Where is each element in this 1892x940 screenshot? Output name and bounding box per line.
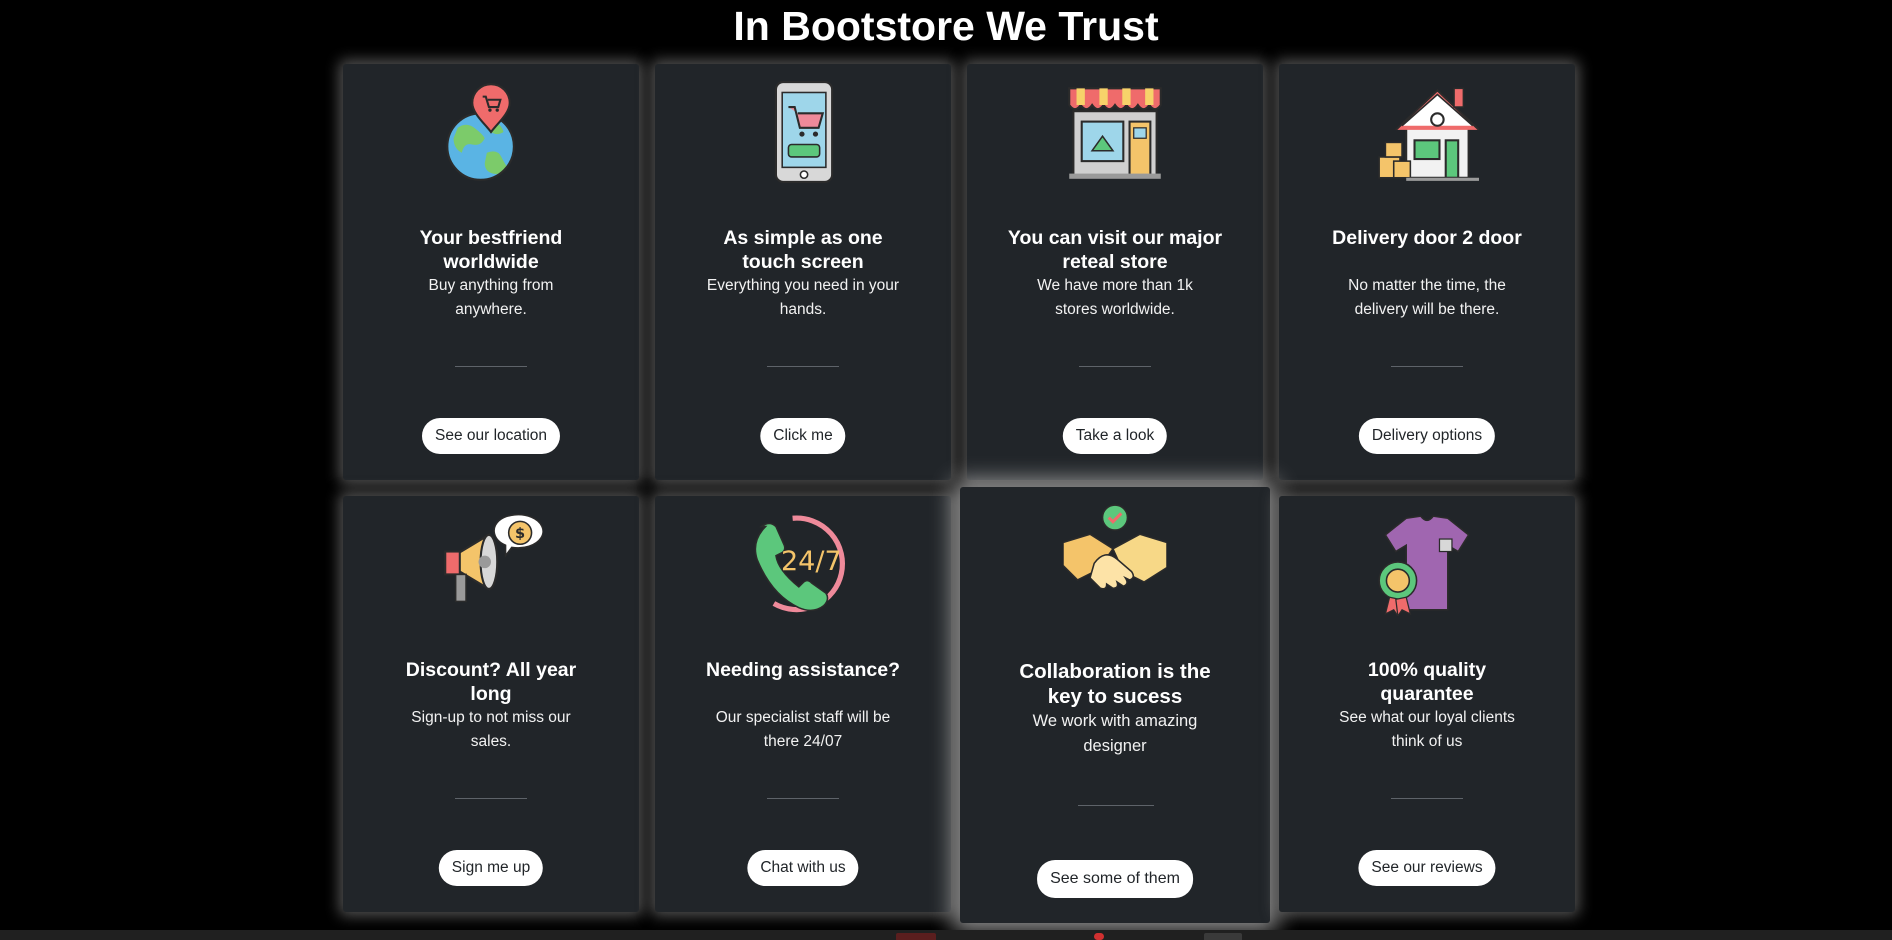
shirt-badge-icon [1279,512,1575,616]
card-title: Your bestfriend worldwide [419,227,563,273]
take-a-look-button[interactable]: Take a look [1062,418,1168,454]
click-me-button[interactable]: Click me [760,418,846,454]
see-our-location-button[interactable]: See our location [421,418,561,454]
divider [1391,798,1463,799]
feature-card-assistance: 24/7 Needing assistance? Our specialist … [655,496,951,912]
page-title: In Bootstore We Trust [733,3,1159,49]
card-title: Delivery door 2 door [1332,227,1522,249]
divider [1079,366,1151,367]
divider [455,366,527,367]
card-title: Discount? All year long [405,659,577,705]
bottom-bar [0,930,1892,940]
megaphone-dollar-icon: $ [343,512,639,616]
card-title: 100% quality quarantee [1367,659,1487,705]
delivery-options-button[interactable]: Delivery options [1358,418,1496,454]
card-text: Buy anything from anywhere. [428,277,554,318]
card-title: As simple as one touch screen [723,227,883,273]
card-title: Needing assistance? [706,659,900,681]
hours-label: 24/7 [781,546,842,577]
taskbar-indicator [1204,933,1242,940]
globe-cart-icon [343,80,639,184]
chat-with-us-button[interactable]: Chat with us [747,850,859,886]
taskbar-indicator [1094,933,1104,940]
see-our-reviews-button[interactable]: See our reviews [1358,850,1496,886]
feature-card-retail-store: You can visit our major reteal store We … [967,64,1263,480]
feature-card-delivery: Delivery door 2 door No matter the time,… [1279,64,1575,480]
taskbar-indicator [896,933,936,940]
phone-24-7-icon: 24/7 [655,512,951,616]
house-boxes-icon [1279,80,1575,184]
card-text: Everything you need in your hands. [706,277,900,318]
card-text: Our specialist staff will be there 24/07 [715,709,891,750]
dollar-sign: $ [515,525,525,542]
feature-card-collaboration: Collaboration is the key to sucess We wo… [960,487,1270,923]
card-text: Sign-up to not miss our sales. [411,709,571,750]
divider [1078,805,1154,806]
feature-card-quality: 100% quality quarantee See what our loya… [1279,496,1575,912]
divider [455,798,527,799]
see-some-of-them-button[interactable]: See some of them [1037,860,1193,898]
feature-card-worldwide: Your bestfriend worldwide Buy anything f… [343,64,639,480]
card-title: Collaboration is the key to sucess [1019,660,1211,708]
feature-card-discount: $ Discount? All year long Sign-up to not… [343,496,639,912]
card-title: You can visit our major reteal store [1007,227,1223,273]
divider [1391,366,1463,367]
card-text: See what our loyal clients think of us [1339,709,1515,750]
divider [767,798,839,799]
handshake-check-icon [960,503,1270,607]
sign-me-up-button[interactable]: Sign me up [438,850,544,886]
card-text: No matter the time, the delivery will be… [1348,277,1506,318]
card-text: We have more than 1k stores worldwide. [1037,277,1193,318]
storefront-icon [967,80,1263,184]
feature-card-touch-screen: As simple as one touch screen Everything… [655,64,951,480]
divider [767,366,839,367]
phone-cart-icon [655,80,951,184]
card-text: We work with amazing designer [1032,712,1198,755]
